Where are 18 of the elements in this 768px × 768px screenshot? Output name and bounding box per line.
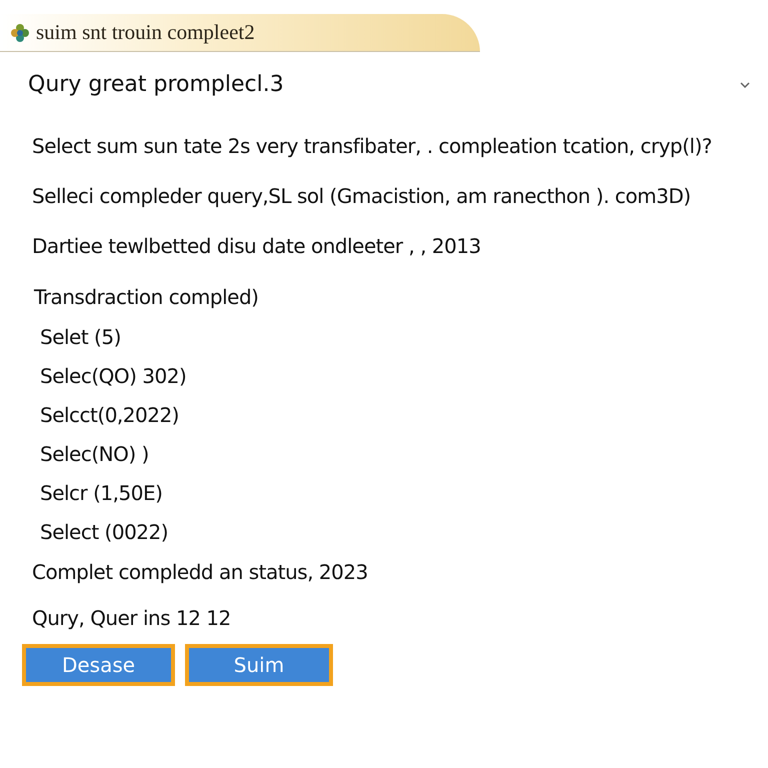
flower-icon <box>10 22 30 42</box>
dialog-button[interactable]: Desase <box>22 644 175 686</box>
section-title: Transdraction compled) <box>33 285 260 309</box>
paragraph: Dartiee tewlbetted disu date ondleeter , , 2013 <box>31 233 482 260</box>
dialog-heading: Qury great promplecl.3 <box>28 72 284 97</box>
list-item: Selec(QO) 302) <box>40 363 188 390</box>
status-text: Complet compledd an status, 2023 <box>31 559 369 586</box>
paragraph: Select sum sun tate 2s very transfibater, . compleation tcation, cryp(l)? <box>31 133 713 160</box>
status-text: Qury, Quer ins 12 12 <box>31 605 232 632</box>
window-title: suim snt trouin compleet2 <box>36 20 255 45</box>
list-item: Select (0022) <box>40 519 170 546</box>
dialog-button[interactable]: Suim <box>185 644 333 686</box>
paragraph: Selleci compleder query,SL sol (Gmacistion, am ranecthon ). com3D) <box>31 183 692 210</box>
list-item: Selec(NO) ) <box>40 441 150 468</box>
list-item: Selcr (1,50E) <box>40 480 164 507</box>
caret-icon[interactable] <box>740 82 750 88</box>
list-item: Selet (5) <box>40 324 122 351</box>
list-item: Selcct(0,2022) <box>40 402 180 429</box>
